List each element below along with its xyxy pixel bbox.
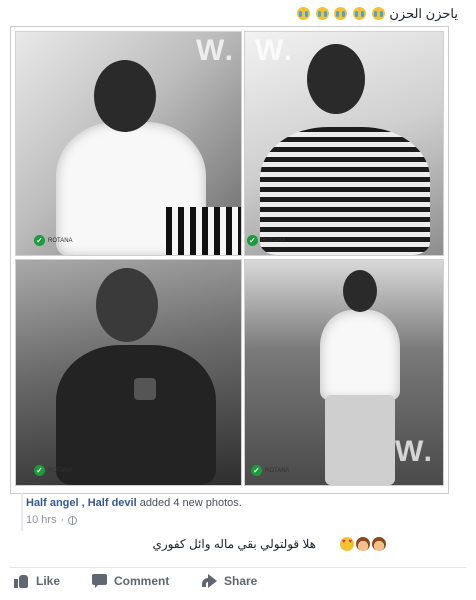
man-head xyxy=(307,44,365,114)
timestamp[interactable]: 10 hrs xyxy=(26,514,57,526)
man-figure xyxy=(56,345,216,485)
rotana-logo: ✓ ROTANA xyxy=(34,465,73,476)
person-icon xyxy=(372,537,386,551)
photo-2[interactable]: W. ✓ ROTANA xyxy=(244,31,444,256)
comment-icon xyxy=(92,574,108,588)
timestamp-separator: · xyxy=(60,514,65,526)
caption-emojis xyxy=(340,537,386,551)
rotana-logo-icon: ✓ xyxy=(251,465,262,476)
rotana-logo-icon: ✓ xyxy=(34,465,45,476)
comment-button[interactable]: Comment xyxy=(92,574,202,588)
rotana-logo: ✓ ROTANA xyxy=(34,235,73,246)
striped-cushion xyxy=(166,207,241,255)
crying-face-icon xyxy=(353,7,367,20)
post-text-content: ياحزن الحزن xyxy=(389,6,458,21)
post-text: ياحزن الحزن xyxy=(10,6,458,22)
like-label: Like xyxy=(36,574,61,588)
photo-1[interactable]: W. ✓ ROTANA xyxy=(15,31,242,256)
man-head xyxy=(343,270,377,312)
glass-cup xyxy=(134,378,156,400)
crying-face-icon xyxy=(315,7,329,20)
watermark: W. xyxy=(255,34,294,67)
shared-post-bar xyxy=(21,493,23,531)
rotana-logo-text: ROTANA xyxy=(261,237,286,244)
photo-4[interactable]: W. ✓ ROTANA xyxy=(244,259,444,486)
rotana-logo: ✓ ROTANA xyxy=(251,465,290,476)
share-button[interactable]: Share xyxy=(202,574,292,588)
attribution: Half angel , Half devil added 4 new phot… xyxy=(26,497,242,509)
share-icon xyxy=(202,574,218,588)
man-head xyxy=(94,60,156,132)
person-icon xyxy=(356,537,370,551)
rotana-logo-text: ROTANA xyxy=(48,467,73,474)
crying-face-icon xyxy=(297,7,311,20)
globe-icon[interactable] xyxy=(68,515,78,525)
watermark: W. xyxy=(196,34,235,67)
author-link[interactable]: Half angel , Half devil xyxy=(26,497,137,509)
divider xyxy=(10,567,466,568)
rotana-logo: ✓ ROTANA xyxy=(247,235,286,246)
rotana-logo-icon: ✓ xyxy=(34,235,45,246)
watermark: W. xyxy=(395,435,434,468)
like-button[interactable]: Like xyxy=(14,574,92,588)
man-head xyxy=(96,268,158,342)
thumbs-up-icon xyxy=(14,574,30,588)
man-figure xyxy=(320,310,400,400)
attribution-action: added 4 new photos. xyxy=(136,497,242,509)
rotana-logo-icon: ✓ xyxy=(247,235,258,246)
caption-text: هلا قولتولي بقي ماله وائل كفوري xyxy=(152,537,316,551)
smiling-face-heart-eyes-icon xyxy=(340,537,354,551)
rotana-logo-text: ROTANA xyxy=(265,467,290,474)
action-bar: Like Comment Share xyxy=(14,574,454,588)
photo-3[interactable]: ✓ ROTANA xyxy=(15,259,242,486)
share-label: Share xyxy=(224,574,258,588)
crying-face-icon xyxy=(334,7,348,20)
timestamp-row: 10 hrs · xyxy=(26,514,78,526)
man-pants xyxy=(325,395,395,485)
crying-face-icon xyxy=(371,7,385,20)
rotana-logo-text: ROTANA xyxy=(48,237,73,244)
comment-label: Comment xyxy=(114,574,170,588)
